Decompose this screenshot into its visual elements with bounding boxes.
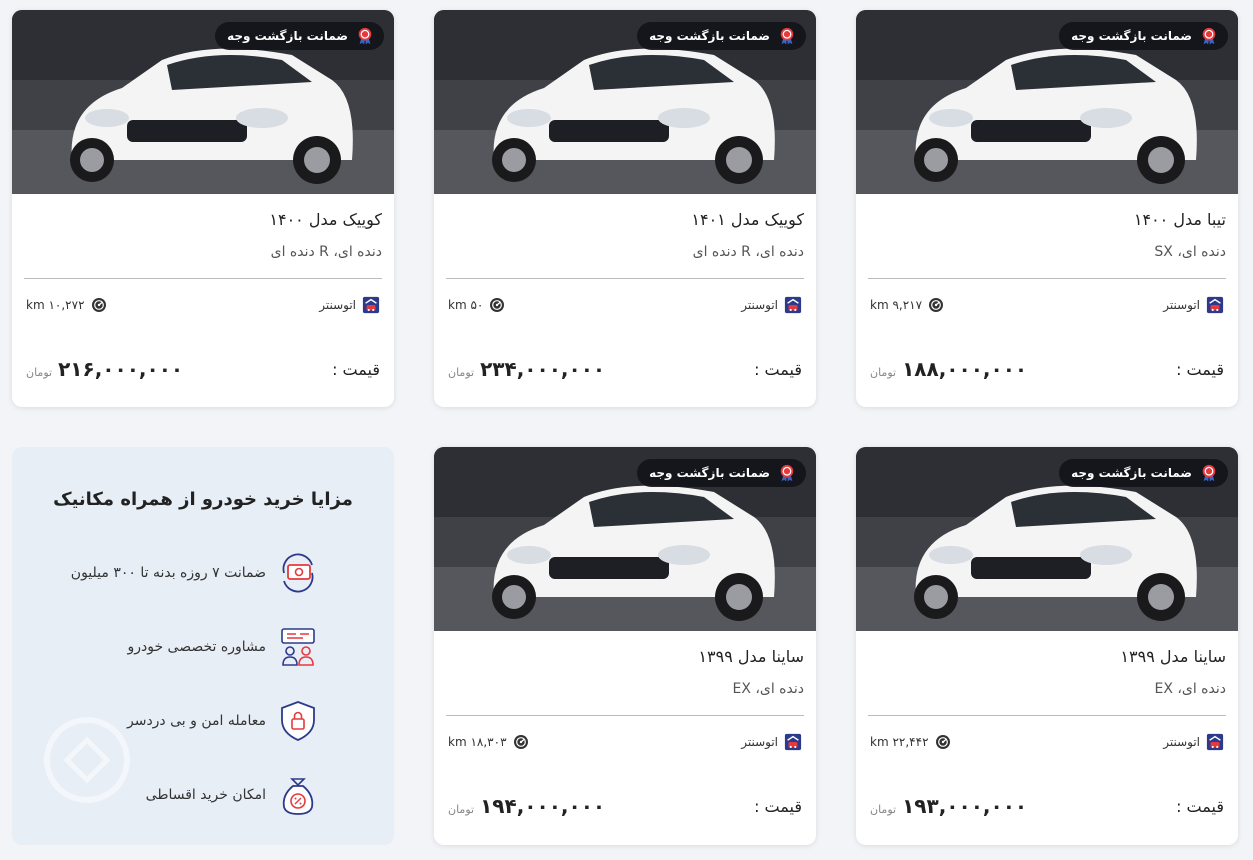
medal-icon (1200, 464, 1218, 482)
car-title[interactable]: کوییک مدل ۱۴۰۰ (24, 206, 382, 234)
autocenter-icon (362, 296, 380, 314)
installment-bag-icon (282, 778, 314, 815)
car-card[interactable]: ضمانت بازگشت وجه تیبا مدل ۱۴۰۰ دنده ای، … (856, 10, 1238, 407)
price-value: ۱۹۳,۰۰۰,۰۰۰ (902, 794, 1028, 818)
car-spec: دنده ای، SX (1154, 244, 1226, 260)
benefits-title: مزایا خرید خودرو از همراه مکانیک (53, 489, 353, 510)
divider (446, 278, 804, 279)
divider (868, 715, 1226, 716)
medal-icon (1200, 27, 1218, 45)
price-value: ۲۳۴,۰۰۰,۰۰۰ (480, 357, 606, 381)
money-back-badge: ضمانت بازگشت وجه (1059, 459, 1228, 487)
benefit-item: مشاوره تخصصی خودرو (32, 610, 320, 684)
car-title[interactable]: ساینا مدل ۱۳۹۹ (868, 643, 1226, 671)
car-card[interactable]: ضمانت بازگشت وجه ساینا مدل ۱۳۹۹ دنده ای،… (434, 447, 816, 845)
mileage: ۹,۲۱۷ km (870, 297, 944, 313)
currency: تومان (870, 803, 897, 816)
logo-watermark-icon (44, 717, 130, 803)
secure-shield-icon (281, 701, 315, 741)
money-back-badge: ضمانت بازگشت وجه (637, 22, 806, 50)
mileage: ۵۰ km (448, 297, 505, 313)
benefit-label: مشاوره تخصصی خودرو (127, 639, 266, 655)
car-spec: دنده ای، EX (1154, 681, 1226, 697)
autocenter-icon (784, 733, 802, 751)
speedometer-icon (91, 297, 107, 313)
location: اتوسنتر (741, 733, 802, 751)
medal-icon (778, 27, 796, 45)
car-title[interactable]: تیبا مدل ۱۴۰۰ (868, 206, 1226, 234)
divider (446, 715, 804, 716)
speedometer-icon (935, 734, 951, 750)
consultation-icon (281, 628, 315, 666)
speedometer-icon (489, 297, 505, 313)
price-row: قیمت : تومان ۱۸۸,۰۰۰,۰۰۰ (868, 357, 1226, 381)
price-label: قیمت : (1176, 796, 1224, 816)
price-row: قیمت : تومان ۱۹۴,۰۰۰,۰۰۰ (446, 794, 804, 818)
location: اتوسنتر (1163, 296, 1224, 314)
medal-icon (356, 27, 374, 45)
speedometer-icon (513, 734, 529, 750)
car-title[interactable]: ساینا مدل ۱۳۹۹ (446, 643, 804, 671)
mileage: ۱۸,۳۰۳ km (448, 734, 529, 750)
money-back-badge: ضمانت بازگشت وجه (637, 459, 806, 487)
money-guarantee-icon (282, 553, 314, 593)
price-value: ۲۱۶,۰۰۰,۰۰۰ (58, 357, 184, 381)
mileage: ۲۲,۴۴۲ km (870, 734, 951, 750)
car-photo: ضمانت بازگشت وجه (856, 447, 1238, 631)
price-value: ۱۸۸,۰۰۰,۰۰۰ (902, 357, 1028, 381)
car-card[interactable]: ضمانت بازگشت وجه کوییک مدل ۱۴۰۱ دنده ای،… (434, 10, 816, 407)
medal-icon (778, 464, 796, 482)
car-card[interactable]: ضمانت بازگشت وجه کوییک مدل ۱۴۰۰ دنده ای،… (12, 10, 394, 407)
currency: تومان (26, 366, 53, 379)
location: اتوسنتر (1163, 733, 1224, 751)
benefits-panel: مزایا خرید خودرو از همراه مکانیک ضمانت ۷… (12, 447, 394, 845)
currency: تومان (870, 366, 897, 379)
price-row: قیمت : تومان ۱۹۳,۰۰۰,۰۰۰ (868, 794, 1226, 818)
location: اتوسنتر (319, 296, 380, 314)
price-row: قیمت : تومان ۲۱۶,۰۰۰,۰۰۰ (24, 357, 382, 381)
money-back-badge: ضمانت بازگشت وجه (1059, 22, 1228, 50)
car-spec: دنده ای، EX (732, 681, 804, 697)
price-label: قیمت : (754, 359, 802, 379)
price-value: ۱۹۴,۰۰۰,۰۰۰ (480, 794, 606, 818)
divider (868, 278, 1226, 279)
price-label: قیمت : (1176, 359, 1224, 379)
speedometer-icon (928, 297, 944, 313)
mileage: ۱۰,۲۷۲ km (26, 297, 107, 313)
benefit-label: ضمانت ۷ روزه بدنه تا ۳۰۰ میلیون (70, 565, 266, 581)
autocenter-icon (784, 296, 802, 314)
autocenter-icon (1206, 733, 1224, 751)
car-title[interactable]: کوییک مدل ۱۴۰۱ (446, 206, 804, 234)
autocenter-icon (1206, 296, 1224, 314)
benefit-label: امکان خرید اقساطی (145, 787, 266, 803)
divider (24, 278, 382, 279)
car-spec: دنده ای، R دنده ای (270, 244, 382, 260)
price-label: قیمت : (332, 359, 380, 379)
price-row: قیمت : تومان ۲۳۴,۰۰۰,۰۰۰ (446, 357, 804, 381)
car-card[interactable]: ضمانت بازگشت وجه ساینا مدل ۱۳۹۹ دنده ای،… (856, 447, 1238, 845)
car-spec: دنده ای، R دنده ای (692, 244, 804, 260)
car-photo: ضمانت بازگشت وجه (856, 10, 1238, 194)
currency: تومان (448, 366, 475, 379)
car-photo: ضمانت بازگشت وجه (434, 447, 816, 631)
money-back-badge: ضمانت بازگشت وجه (215, 22, 384, 50)
price-label: قیمت : (754, 796, 802, 816)
benefit-label: معامله امن و بی دردسر (126, 713, 266, 729)
car-photo: ضمانت بازگشت وجه (434, 10, 816, 194)
car-photo: ضمانت بازگشت وجه (12, 10, 394, 194)
location: اتوسنتر (741, 296, 802, 314)
currency: تومان (448, 803, 475, 816)
benefit-item: ضمانت ۷ روزه بدنه تا ۳۰۰ میلیون (32, 536, 320, 610)
